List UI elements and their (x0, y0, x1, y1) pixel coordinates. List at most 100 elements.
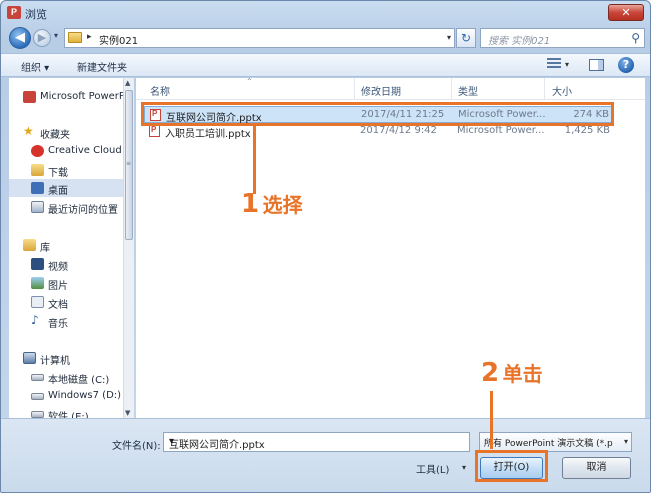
nav-item-label: 桌面 (48, 186, 68, 197)
preview-pane-icon[interactable] (589, 59, 604, 71)
nav-item-drive-c[interactable]: 本地磁盘 (C:) (9, 368, 123, 386)
nav-item-music[interactable]: ♪ 音乐 (9, 312, 123, 330)
nav-item-drive-d[interactable]: Windows7 (D:) (9, 387, 123, 405)
computer-icon (23, 352, 36, 364)
library-icon (23, 239, 36, 251)
breadcrumb-separator-icon[interactable]: ▸ (87, 32, 92, 42)
column-divider[interactable] (451, 78, 452, 100)
download-folder-icon (31, 164, 44, 176)
nav-item-favorites[interactable]: ★ 收藏夹 (9, 123, 123, 141)
breadcrumb-path[interactable]: 实例021 (99, 32, 138, 47)
filter-dropdown-icon[interactable]: ▾ (623, 437, 628, 446)
nav-pane-scrollbar[interactable]: ▲ ≡ ▼ (123, 78, 134, 418)
file-modified: 2017/4/12 9:42 (360, 125, 437, 136)
address-dropdown-icon[interactable]: ▾ (447, 33, 451, 42)
address-row: ◀ ▶ ▾ ▸ 实例021 ▾ ↻ 搜索 实例021 ⚲ (1, 25, 650, 53)
address-bar[interactable]: ▸ 实例021 ▾ (64, 28, 455, 48)
search-icon[interactable]: ⚲ (631, 31, 640, 45)
view-dropdown-icon[interactable]: ▾ (565, 60, 569, 69)
desktop-icon (31, 182, 44, 194)
step-2-annotation: 2 单击 (481, 358, 543, 388)
close-button[interactable]: ✕ (608, 4, 644, 21)
file-type: Microsoft Power... (457, 125, 545, 136)
nav-item-label: 文档 (48, 300, 68, 311)
pptx-file-icon (149, 125, 160, 137)
nav-item-videos[interactable]: 视频 (9, 255, 123, 273)
file-type-filter-select[interactable]: 所有 PowerPoint 演示文稿 (*.p ▾ (479, 432, 632, 452)
scroll-down-icon[interactable]: ▼ (125, 409, 130, 417)
file-name: 入职员工培训.pptx (165, 129, 251, 140)
window-title: 浏览 (25, 8, 47, 21)
picture-icon (31, 277, 44, 289)
nav-item-label: 本地磁盘 (C:) (48, 375, 110, 386)
column-header-modified[interactable]: 修改日期 (361, 83, 401, 98)
callout-line-2 (490, 391, 493, 449)
cancel-button[interactable]: 取消 (562, 457, 631, 479)
nav-item-computer[interactable]: 计算机 (9, 349, 123, 367)
filename-dropdown-icon[interactable]: ▾ (169, 436, 465, 447)
step-1-label: 选择 (262, 193, 303, 217)
nav-item-label: Windows7 (D:) (48, 390, 122, 401)
tools-dropdown-icon[interactable]: ▾ (462, 463, 466, 472)
organize-menu-button[interactable]: 组织 ▾ (21, 59, 49, 74)
step-1-number: 1 (241, 189, 260, 219)
column-headers: ⌃ 名称 修改日期 类型 大小 (136, 77, 645, 100)
nav-item-label: 视频 (48, 262, 68, 273)
highlight-box-open (475, 450, 548, 482)
drive-icon (31, 393, 44, 400)
step-1-annotation: 1 选择 (241, 189, 303, 219)
step-2-label: 单击 (502, 362, 543, 386)
tools-menu-button[interactable]: 工具(L) (416, 461, 449, 476)
nav-item-label: 软件 (E:) (48, 412, 89, 418)
powerpoint-logo-icon: P (7, 6, 21, 19)
column-divider[interactable] (354, 78, 355, 100)
nav-item-pictures[interactable]: 图片 (9, 274, 123, 292)
search-input[interactable]: 搜索 实例021 ⚲ (480, 28, 645, 48)
powerpoint-icon (23, 91, 36, 103)
column-divider[interactable] (544, 78, 545, 100)
column-header-type[interactable]: 类型 (458, 83, 478, 98)
back-button[interactable]: ◀ (9, 27, 31, 49)
refresh-button[interactable]: ↻ (456, 28, 476, 48)
new-folder-button[interactable]: 新建文件夹 (77, 59, 127, 74)
step-2-number: 2 (481, 358, 500, 388)
view-options-icon[interactable] (547, 58, 561, 70)
nav-item-label: 音乐 (48, 319, 68, 330)
scrollbar-grip-icon: ≡ (126, 160, 132, 167)
highlight-box-file (141, 102, 614, 126)
nav-item-powerpoint[interactable]: Microsoft PowerPoint (9, 88, 123, 106)
nav-item-label: Microsoft PowerPoint (40, 91, 123, 102)
callout-line-1 (253, 126, 256, 194)
nav-item-downloads[interactable]: 下载 (9, 161, 123, 179)
nav-item-documents[interactable]: 文档 (9, 293, 123, 311)
file-size: 1,425 KB (564, 125, 610, 136)
recent-pages-dropdown[interactable]: ▾ (54, 31, 58, 40)
file-list-pane: ⌃ 名称 修改日期 类型 大小 互联网公司简介.pptx 2017/4/11 2… (136, 77, 645, 418)
recent-places-icon (31, 201, 44, 213)
nav-item-creative-cloud[interactable]: Creative Cloud Files (9, 142, 123, 160)
search-placeholder: 搜索 实例021 (488, 36, 551, 47)
nav-item-label: 最近访问的位置 (48, 205, 118, 216)
column-header-name[interactable]: 名称 (150, 83, 170, 98)
column-header-size[interactable]: 大小 (552, 83, 572, 98)
nav-item-recent-places[interactable]: 最近访问的位置 (9, 198, 123, 216)
help-icon[interactable]: ? (618, 57, 634, 73)
command-toolbar: 组织 ▾ 新建文件夹 ▾ ? (1, 53, 650, 77)
document-icon (31, 296, 44, 308)
navigation-pane: Microsoft PowerPoint ★ 收藏夹 Creative Clou… (9, 78, 123, 418)
drive-icon (31, 374, 44, 381)
scroll-up-icon[interactable]: ▲ (125, 79, 130, 87)
drive-icon (31, 411, 44, 418)
nav-item-desktop[interactable]: 桌面 (9, 179, 123, 197)
music-icon: ♪ (31, 313, 39, 327)
title-bar: P 浏览 ✕ (1, 1, 650, 25)
folder-icon (68, 32, 82, 43)
nav-item-drive-e[interactable]: 软件 (E:) (9, 405, 123, 418)
forward-button[interactable]: ▶ (33, 29, 51, 47)
filename-input[interactable]: 互联网公司简介.pptx ▾ (163, 432, 470, 452)
creative-cloud-icon (31, 145, 44, 157)
nav-item-libraries[interactable]: 库 (9, 236, 123, 254)
sort-ascending-icon: ⌃ (246, 77, 253, 86)
nav-item-label: 计算机 (40, 356, 70, 367)
nav-item-label: 下载 (48, 168, 68, 179)
